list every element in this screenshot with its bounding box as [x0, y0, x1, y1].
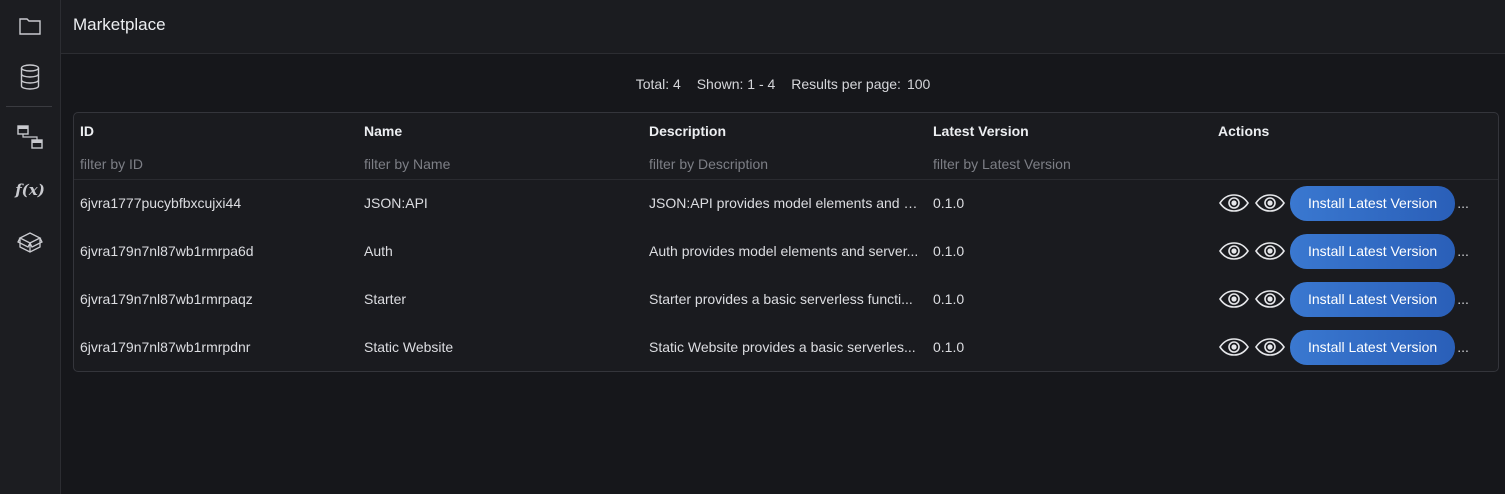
- more-actions-button[interactable]: ...: [1457, 195, 1469, 211]
- row-id: 6jvra179n7nl87wb1rmrpa6d: [80, 243, 254, 259]
- marketplace-icon[interactable]: [0, 222, 60, 262]
- marketplace-table: ID Name Description Latest Version Actio…: [73, 112, 1499, 372]
- column-header-id[interactable]: ID: [80, 113, 350, 149]
- filter-description-input[interactable]: [649, 156, 909, 172]
- row-version: 0.1.0: [933, 291, 965, 307]
- view-details-icon[interactable]: [1254, 192, 1286, 214]
- filter-name-input[interactable]: [364, 156, 624, 172]
- view-details-icon[interactable]: [1254, 336, 1286, 358]
- view-details-icon[interactable]: [1254, 288, 1286, 310]
- row-actions: Install Latest Version ...: [1218, 227, 1498, 275]
- row-version: 0.1.0: [933, 243, 965, 259]
- row-description: Auth provides model elements and server.…: [649, 227, 921, 275]
- column-header-name[interactable]: Name: [364, 113, 634, 149]
- row-description-text: Starter provides a basic serverless func…: [649, 291, 913, 307]
- table-row: 6jvra179n7nl87wb1rmrpaqz Starter Starter…: [74, 275, 1498, 323]
- more-actions-button[interactable]: ...: [1457, 339, 1469, 355]
- row-name: Starter: [364, 291, 407, 307]
- top-bar: Marketplace: [61, 0, 1505, 54]
- row-name: Static Website: [364, 339, 454, 355]
- row-actions: Install Latest Version ...: [1218, 179, 1498, 227]
- view-details-icon[interactable]: [1254, 240, 1286, 262]
- table-header: ID Name Description Latest Version Actio…: [74, 113, 1498, 149]
- row-description-text: Auth provides model elements and server.…: [649, 243, 919, 259]
- row-id: 6jvra179n7nl87wb1rmrpdnr: [80, 339, 251, 355]
- row-name: Auth: [364, 243, 393, 259]
- install-latest-version-button[interactable]: Install Latest Version: [1290, 233, 1456, 269]
- results-summary: Total: 4 Shown: 1 - 4 Results per page: 1…: [61, 76, 1505, 92]
- models-icon[interactable]: [0, 117, 60, 157]
- row-description: JSON:API provides model elements and s..…: [649, 179, 921, 227]
- more-actions-button[interactable]: ...: [1457, 291, 1469, 307]
- row-actions: Install Latest Version ...: [1218, 275, 1498, 323]
- row-description-text: Static Website provides a basic serverle…: [649, 339, 916, 355]
- shown-range: Shown: 1 - 4: [696, 76, 776, 92]
- row-id: 6jvra1777pucybfbxcujxi44: [80, 195, 242, 211]
- filter-latest-version-input[interactable]: [933, 156, 1193, 172]
- row-name: JSON:API: [364, 195, 428, 211]
- row-description: Static Website provides a basic serverle…: [649, 323, 921, 371]
- folder-icon[interactable]: [0, 6, 60, 46]
- view-icon[interactable]: [1218, 192, 1250, 214]
- view-icon[interactable]: [1218, 336, 1250, 358]
- table-row: 6jvra1777pucybfbxcujxi44 JSON:API JSON:A…: [74, 179, 1498, 227]
- column-header-actions: Actions: [1218, 123, 1270, 139]
- view-icon[interactable]: [1218, 288, 1250, 310]
- functions-icon[interactable]: f(x): [0, 170, 60, 210]
- page-title: Marketplace: [73, 15, 166, 34]
- view-icon[interactable]: [1218, 240, 1250, 262]
- filter-row: [74, 149, 1498, 180]
- more-actions-button[interactable]: ...: [1457, 243, 1469, 259]
- install-latest-version-button[interactable]: Install Latest Version: [1290, 329, 1456, 365]
- table-row: 6jvra179n7nl87wb1rmrpdnr Static Website …: [74, 323, 1498, 371]
- table-row: 6jvra179n7nl87wb1rmrpa6d Auth Auth provi…: [74, 227, 1498, 275]
- sidebar: f(x): [0, 0, 61, 494]
- row-id: 6jvra179n7nl87wb1rmrpaqz: [80, 291, 253, 307]
- row-version: 0.1.0: [933, 339, 965, 355]
- total-count: Total: 4: [635, 76, 681, 92]
- row-description: Starter provides a basic serverless func…: [649, 275, 921, 323]
- row-description-text: JSON:API provides model elements and s..…: [649, 195, 921, 211]
- column-header-latest-version[interactable]: Latest Version: [933, 113, 1203, 149]
- filter-id-input[interactable]: [80, 156, 340, 172]
- sidebar-divider: [6, 106, 52, 107]
- per-page-label: Results per page:: [791, 76, 901, 92]
- install-latest-version-button[interactable]: Install Latest Version: [1290, 281, 1456, 317]
- install-latest-version-button[interactable]: Install Latest Version: [1290, 185, 1456, 221]
- row-version: 0.1.0: [933, 195, 965, 211]
- column-header-description[interactable]: Description: [649, 113, 921, 149]
- row-actions: Install Latest Version ...: [1218, 323, 1498, 371]
- per-page-value[interactable]: 100: [907, 76, 930, 92]
- database-icon[interactable]: [0, 57, 60, 97]
